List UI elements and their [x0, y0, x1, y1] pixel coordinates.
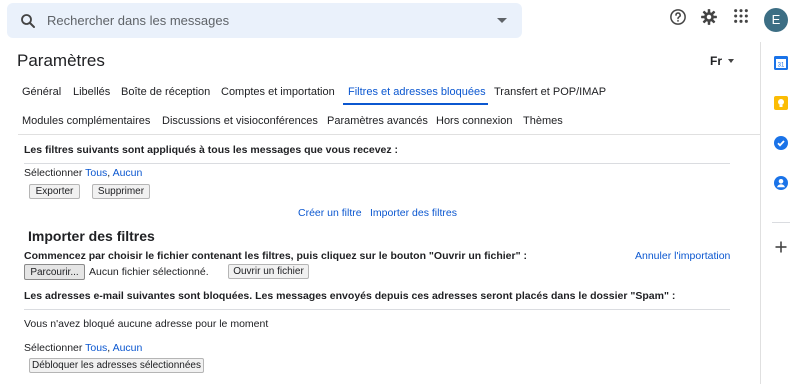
select-label: Sélectionner	[24, 167, 83, 179]
cancel-import-link[interactable]: Annuler l'importation	[635, 250, 730, 262]
active-tab-indicator	[343, 103, 488, 105]
contacts-icon[interactable]	[773, 175, 789, 191]
rail-divider	[772, 222, 790, 223]
tab-offline[interactable]: Hors connexion	[436, 115, 512, 127]
calendar-icon[interactable]: 31	[773, 55, 789, 71]
svg-text:31: 31	[778, 63, 785, 69]
import-instructions: Commencez par choisir le fichier contena…	[24, 250, 527, 262]
select-none-link[interactable]: Aucun	[113, 342, 143, 354]
side-panel-rail: 31	[760, 42, 800, 384]
tab-general[interactable]: Général	[22, 86, 61, 98]
import-filters-link[interactable]: Importer des filtres	[370, 207, 457, 219]
tab-advanced[interactable]: Paramètres avancés	[327, 115, 428, 127]
export-button[interactable]: Exporter	[29, 184, 80, 199]
import-heading: Importer des filtres	[28, 228, 155, 244]
select-all-link[interactable]: Tous	[85, 342, 107, 354]
blocked-select-row: Sélectionner Tous, Aucun	[24, 342, 142, 354]
comma-separator: ,	[107, 342, 111, 354]
filters-divider	[24, 163, 730, 164]
browse-button[interactable]: Parcourir...	[24, 264, 85, 280]
no-file-label: Aucun fichier sélectionné.	[89, 266, 209, 278]
tab-addons[interactable]: Modules complémentaires	[22, 115, 150, 127]
open-file-button[interactable]: Ouvrir un fichier	[228, 264, 309, 279]
tasks-icon[interactable]	[773, 135, 789, 151]
top-bar: Rechercher dans les messages E	[0, 0, 800, 42]
select-none-link[interactable]: Aucun	[113, 167, 143, 179]
tab-themes[interactable]: Thèmes	[523, 115, 563, 127]
tab-accounts[interactable]: Comptes et importation	[221, 86, 335, 98]
unblock-button[interactable]: Débloquer les adresses sélectionnées	[29, 358, 204, 373]
tab-inbox[interactable]: Boîte de réception	[121, 86, 210, 98]
select-label: Sélectionner	[24, 342, 83, 354]
gear-icon[interactable]	[700, 8, 718, 26]
search-input[interactable]: Rechercher dans les messages	[47, 13, 229, 28]
filters-intro: Les filtres suivants sont appliqués à to…	[24, 144, 399, 156]
language-selector[interactable]: Fr	[710, 54, 722, 68]
keep-icon[interactable]	[773, 95, 789, 111]
delete-button[interactable]: Supprimer	[92, 184, 150, 199]
blocked-intro: Les adresses e-mail suivantes sont bloqu…	[24, 290, 676, 302]
tab-forwarding[interactable]: Transfert et POP/IMAP	[494, 86, 606, 98]
help-icon[interactable]	[669, 8, 687, 26]
filters-select-row: Sélectionner Tous, Aucun	[24, 167, 142, 179]
tab-chat-meet[interactable]: Discussions et visioconférences	[162, 115, 318, 127]
search-icon[interactable]	[19, 12, 37, 30]
search-bar[interactable]: Rechercher dans les messages	[7, 3, 522, 38]
create-filter-link[interactable]: Créer un filtre	[298, 207, 362, 219]
blocked-empty-message: Vous n'avez bloqué aucune adresse pour l…	[24, 318, 269, 330]
page-title: Paramètres	[17, 51, 105, 70]
avatar[interactable]: E	[764, 8, 788, 32]
apps-grid-icon[interactable]	[733, 8, 749, 24]
blocked-divider	[24, 309, 730, 310]
select-all-link[interactable]: Tous	[85, 167, 107, 179]
tab-labels[interactable]: Libellés	[73, 86, 110, 98]
comma-separator: ,	[107, 167, 111, 179]
tabs-divider	[18, 134, 760, 135]
tab-filters[interactable]: Filtres et adresses bloquées	[348, 86, 486, 98]
search-options-icon[interactable]	[497, 18, 507, 23]
chevron-down-icon[interactable]	[728, 59, 734, 63]
add-icon[interactable]	[773, 239, 789, 255]
